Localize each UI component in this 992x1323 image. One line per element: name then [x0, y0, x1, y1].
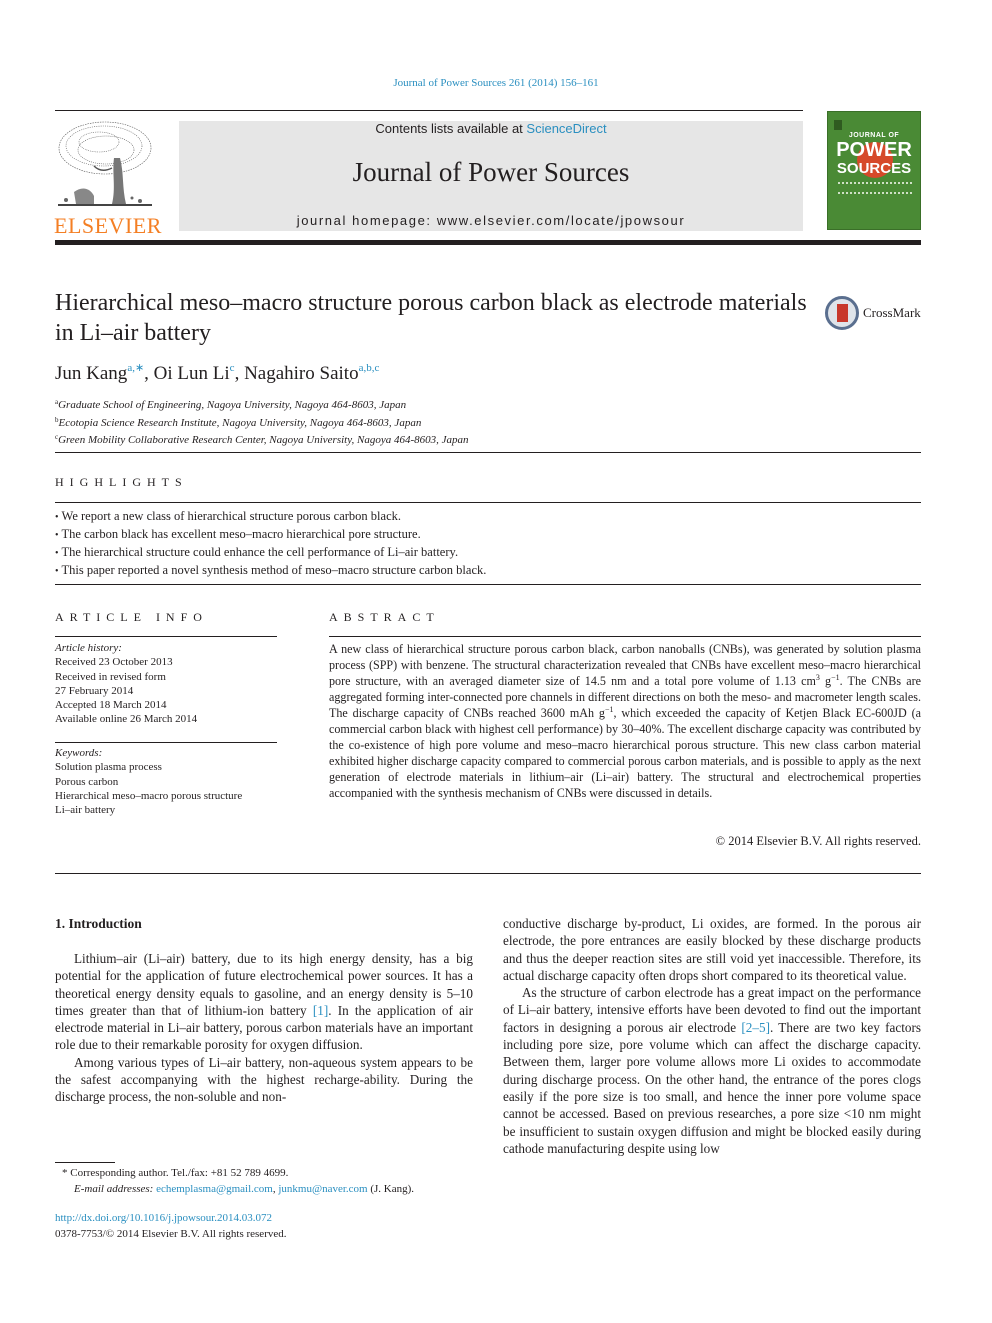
- text-segment: . There are two key factors including po…: [503, 1019, 921, 1156]
- history-item: Received 23 October 2013: [55, 656, 173, 669]
- cover-sources-text: SOURCES: [836, 160, 912, 177]
- crossmark-ribbon-icon: [837, 304, 848, 322]
- highlights-list: We report a new class of hierarchical st…: [55, 508, 487, 580]
- cover-subtitle-lines: [838, 182, 912, 194]
- abstract-segment: , which exceeded the capacity of Ketjen …: [329, 706, 921, 800]
- citation-link[interactable]: [1]: [313, 1003, 328, 1018]
- highlight-item: The carbon black has excellent meso–macr…: [55, 526, 486, 544]
- keyword-item: Li–air battery: [55, 804, 116, 817]
- page-footer: http://dx.doi.org/10.1016/j.jpowsour.201…: [55, 1211, 287, 1242]
- author-affiliation-marker[interactable]: c: [230, 362, 235, 374]
- affiliation-text: Green Mobility Collaborative Research Ce…: [58, 434, 469, 446]
- keywords: Keywords: Solution plasma process Porous…: [55, 746, 242, 817]
- author-list: Jun Kanga,∗, Oi Lun Lic, Nagahiro Saitoa…: [55, 362, 380, 384]
- highlights-bottom-rule: [55, 584, 921, 585]
- history-item: Available online 26 March 2014: [55, 713, 198, 726]
- cover-top-text: JOURNAL OF: [848, 132, 900, 139]
- contents-prefix: Contents lists available at: [375, 121, 527, 136]
- superscript: −1: [831, 673, 840, 682]
- footnote-rule: [55, 1162, 115, 1163]
- contents-line: Contents lists available at ScienceDirec…: [179, 121, 803, 136]
- abstract-segment: g: [819, 674, 832, 688]
- journal-homepage[interactable]: journal homepage: www.elsevier.com/locat…: [179, 213, 803, 228]
- crossmark-label: CrossMark: [863, 305, 921, 320]
- email-link[interactable]: echemplasma@gmail.com: [156, 1183, 273, 1195]
- body-separator-rule: [55, 873, 921, 874]
- article-info-heading: ARTICLE INFO: [55, 610, 208, 624]
- affiliation-item: cGreen Mobility Collaborative Research C…: [55, 430, 469, 448]
- article-title: Hierarchical meso–macro structure porous…: [55, 290, 807, 346]
- email-link[interactable]: junkmu@naver.com: [278, 1183, 367, 1195]
- journal-cover-thumbnail[interactable]: JOURNAL OF POWER SOURCES: [827, 111, 921, 230]
- affiliation-item: aGraduate School of Engineering, Nagoya …: [55, 395, 469, 413]
- article-info-rule: [55, 636, 277, 637]
- history-item: 27 February 2014: [55, 684, 134, 697]
- journal-title: Journal of Power Sources: [352, 157, 630, 187]
- elsevier-tree-icon: [58, 121, 152, 206]
- highlights-top-rule: [55, 452, 921, 453]
- author-name[interactable]: Jun Kang: [55, 363, 127, 384]
- elsevier-logo[interactable]: ELSEVIER: [54, 118, 162, 238]
- article-history: Article history: Received 23 October 201…: [55, 641, 197, 727]
- doi-link[interactable]: http://dx.doi.org/10.1016/j.jpowsour.201…: [55, 1212, 272, 1224]
- crossmark-button[interactable]: CrossMark: [825, 296, 925, 334]
- cover-emblem-icon: [834, 120, 842, 130]
- footnote-text: Corresponding author. Tel./fax: +81 52 7…: [67, 1167, 289, 1179]
- history-item: Accepted 18 March 2014: [55, 699, 167, 712]
- sciencedirect-link[interactable]: ScienceDirect: [526, 121, 606, 136]
- body-paragraph: conductive discharge by-product, Li oxid…: [503, 916, 921, 983]
- affiliation-text: Ecotopia Science Research Institute, Nag…: [58, 416, 422, 429]
- email-label: E-mail addresses:: [74, 1183, 154, 1195]
- highlights-heading: HIGHLIGHTS: [55, 475, 188, 489]
- corresponding-author-footnote: * Corresponding author. Tel./fax: +81 52…: [62, 1165, 414, 1197]
- footnote-line: * Corresponding author. Tel./fax: +81 52…: [62, 1165, 414, 1181]
- abstract-text: A new class of hierarchical structure po…: [329, 641, 921, 801]
- keywords-rule: [55, 742, 277, 743]
- footnote-email-line: E-mail addresses: echemplasma@gmail.com,…: [62, 1181, 414, 1197]
- article-history-label: Article history:: [55, 642, 122, 654]
- crossmark-badge-icon: [825, 296, 859, 330]
- header-top-rule: [55, 110, 803, 111]
- highlight-item: The hierarchical structure could enhance…: [55, 544, 486, 562]
- highlights-rule: [55, 502, 921, 503]
- email-suffix: (J. Kang).: [367, 1183, 415, 1195]
- abstract-rule: [329, 636, 921, 637]
- author-affiliation-marker[interactable]: a,b,c: [359, 362, 380, 374]
- header-thick-rule: [55, 240, 921, 245]
- keyword-item: Hierarchical meso–macro porous structure: [55, 789, 243, 802]
- abstract-copyright: © 2014 Elsevier B.V. All rights reserved…: [715, 834, 921, 848]
- affiliation-item: bEcotopia Science Research Institute, Na…: [55, 413, 469, 431]
- section-heading-introduction: 1. Introduction: [55, 916, 142, 931]
- keyword-item: Porous carbon: [55, 775, 119, 788]
- keywords-label: Keywords:: [55, 747, 103, 759]
- affiliations: aGraduate School of Engineering, Nagoya …: [55, 395, 469, 448]
- citation-link[interactable]: [2–5]: [741, 1020, 770, 1035]
- author-name[interactable]: Oi Lun Li: [154, 363, 230, 384]
- issn-copyright: 0378-7753/© 2014 Elsevier B.V. All right…: [55, 1227, 287, 1240]
- body-column-left: Lithium–air (Li–air) battery, due to its…: [55, 950, 473, 1106]
- body-paragraph: Lithium–air (Li–air) battery, due to its…: [55, 950, 473, 1054]
- body-column-right: conductive discharge by-product, Li oxid…: [503, 915, 921, 1157]
- journal-reference[interactable]: Journal of Power Sources 261 (2014) 156–…: [0, 77, 992, 89]
- body-paragraph: Among various types of Li–air battery, n…: [55, 1054, 473, 1105]
- abstract-heading: ABSTRACT: [329, 610, 440, 624]
- author-name[interactable]: Nagahiro Saito: [244, 363, 359, 384]
- journal-masthead: Contents lists available at ScienceDirec…: [179, 121, 803, 231]
- author-affiliation-marker[interactable]: a,∗: [127, 362, 144, 374]
- affiliation-text: Graduate School of Engineering, Nagoya U…: [58, 399, 407, 411]
- history-item: Received in revised form: [55, 670, 166, 683]
- highlight-item: This paper reported a novel synthesis me…: [55, 562, 487, 580]
- body-paragraph: As the structure of carbon electrode has…: [503, 984, 921, 1157]
- keyword-item: Solution plasma process: [55, 761, 162, 774]
- highlight-item: We report a new class of hierarchical st…: [55, 508, 486, 526]
- cover-power-text: POWER: [836, 139, 912, 161]
- elsevier-wordmark: ELSEVIER: [54, 213, 162, 238]
